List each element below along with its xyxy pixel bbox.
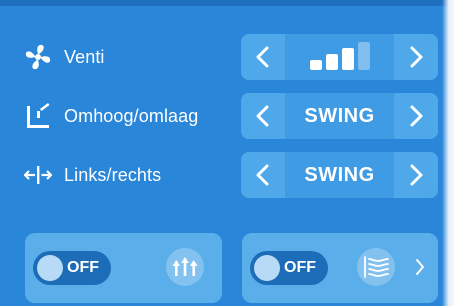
fan-speed-decrease-button[interactable] <box>241 34 285 80</box>
chevron-left-icon <box>256 164 269 186</box>
chevron-right-icon <box>410 164 423 186</box>
turbo-toggle[interactable]: OFF <box>33 251 111 285</box>
airflow-card: OFF <box>242 233 438 303</box>
fan-speed-increase-button[interactable] <box>394 34 438 80</box>
toggle-knob <box>37 255 63 281</box>
fan-speed-bar <box>309 60 322 70</box>
toggle-knob <box>254 255 280 281</box>
horizontal-swing-previous-button[interactable] <box>241 152 285 198</box>
horizontal-swing-label: Links/rechts <box>64 164 162 185</box>
vertical-swing-label: Omhoog/omlaag <box>64 105 199 126</box>
fan-speed-row: Venti <box>22 34 442 80</box>
turbo-toggle-label: OFF <box>67 259 99 276</box>
fan-speed-level-indicator <box>285 34 394 80</box>
chevron-left-icon <box>256 105 269 127</box>
horizontal-swing-value: SWING <box>285 152 394 198</box>
fan-speed-label: Venti <box>64 46 105 67</box>
chevron-right-icon <box>416 259 424 275</box>
horizontal-swing-next-button[interactable] <box>394 152 438 198</box>
airflow-icon <box>364 256 389 278</box>
top-edge <box>0 0 454 6</box>
chevron-right-icon <box>410 46 423 68</box>
chevron-right-icon <box>410 105 423 127</box>
turbo-button[interactable] <box>166 248 204 286</box>
vertical-swing-stepper: SWING <box>241 93 438 139</box>
vertical-louver-icon <box>22 100 54 132</box>
fan-speed-bar <box>341 48 354 70</box>
fan-speed-stepper <box>241 34 438 80</box>
fan-speed-bar <box>357 42 370 70</box>
vertical-swing-row: Omhoog/omlaag SWING <box>22 93 442 139</box>
vertical-swing-previous-button[interactable] <box>241 93 285 139</box>
fan-speed-bar <box>325 54 338 70</box>
airflow-toggle-label: OFF <box>284 259 316 276</box>
vertical-swing-value: SWING <box>285 93 394 139</box>
fan-icon <box>22 41 54 73</box>
horizontal-swing-stepper: SWING <box>241 152 438 198</box>
horizontal-swing-row: Links/rechts SWING <box>22 152 442 198</box>
vertical-swing-next-button[interactable] <box>394 93 438 139</box>
airflow-toggle[interactable]: OFF <box>250 251 328 285</box>
fan-speed-bars <box>309 42 370 70</box>
turbo-card: OFF <box>25 233 222 303</box>
chevron-left-icon <box>256 46 269 68</box>
arrows-up-icon <box>172 257 198 276</box>
airflow-button[interactable] <box>357 248 395 286</box>
horizontal-swing-icon <box>22 159 54 191</box>
screen-edge <box>442 0 454 306</box>
airflow-more-button[interactable] <box>415 258 425 281</box>
